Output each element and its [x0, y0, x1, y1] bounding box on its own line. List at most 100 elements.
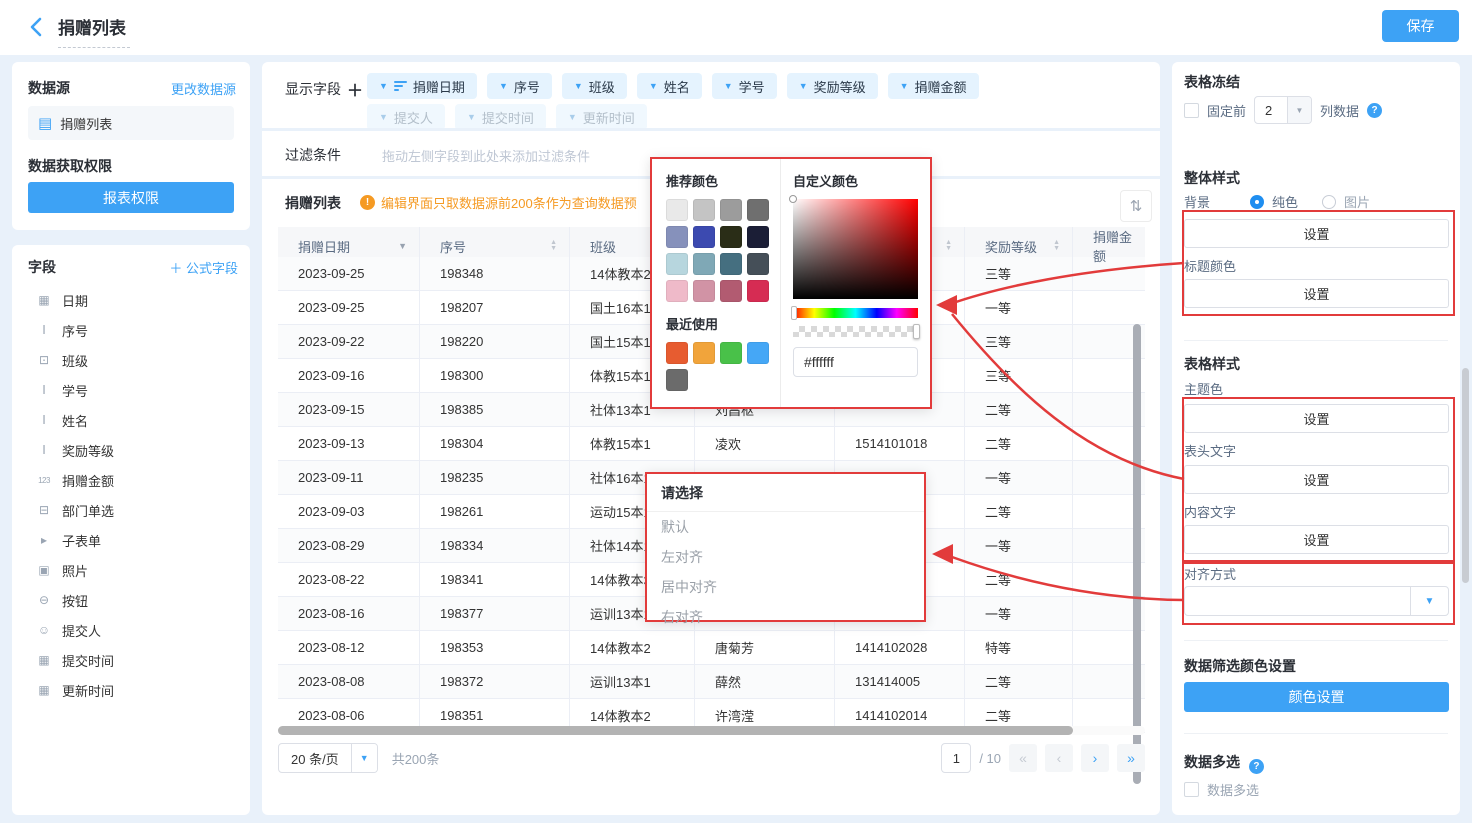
color-swatch[interactable]	[693, 199, 715, 221]
table-sort-button[interactable]: ⇅	[1120, 190, 1152, 222]
add-display-field-button[interactable]: ＋	[347, 77, 363, 101]
saturation-value-area[interactable]	[793, 199, 918, 299]
color-swatch[interactable]	[666, 280, 688, 302]
align-option[interactable]: 默认	[647, 512, 924, 542]
display-field-chip-disabled[interactable]: ▼ 提交时间	[455, 104, 546, 130]
field-item[interactable]: Ⅰ 序号	[28, 315, 242, 345]
header-text-set-button[interactable]: 设置	[1184, 465, 1449, 494]
freeze-count-select[interactable]: 2 ▼	[1254, 96, 1312, 124]
color-swatch[interactable]	[666, 253, 688, 275]
field-item[interactable]: ▦ 日期	[28, 285, 242, 315]
align-option[interactable]: 左对齐	[647, 542, 924, 572]
display-field-chip[interactable]: ▼ 捐赠金额	[888, 73, 979, 99]
title-color-set-button[interactable]: 设置	[1184, 279, 1449, 308]
chevron-down-icon[interactable]: ▼	[499, 81, 508, 91]
chevron-down-icon[interactable]: ▼	[467, 112, 476, 122]
change-datasource-link[interactable]: 更改数据源	[171, 79, 236, 98]
datasource-item[interactable]: ▤ 捐赠列表	[28, 106, 234, 140]
hue-slider[interactable]	[793, 308, 918, 318]
chevron-down-icon[interactable]: ▼	[649, 81, 658, 91]
sort-both-icon[interactable]: ▲▼	[1053, 240, 1060, 252]
chevron-down-icon[interactable]: ▼	[379, 112, 388, 122]
back-icon[interactable]	[26, 16, 48, 38]
color-swatch[interactable]	[693, 342, 715, 364]
sort-both-icon[interactable]: ▲▼	[945, 240, 952, 252]
display-field-chip[interactable]: ▼ 序号	[487, 73, 552, 99]
color-swatch[interactable]	[693, 280, 715, 302]
color-swatch[interactable]	[747, 280, 769, 302]
horizontal-scrollbar[interactable]	[278, 726, 1073, 735]
hue-thumb[interactable]	[791, 306, 797, 320]
display-field-chip-disabled[interactable]: ▼ 提交人	[367, 104, 445, 130]
field-item[interactable]: ▸ 子表单	[28, 525, 242, 555]
next-page-button[interactable]: ›	[1081, 744, 1109, 772]
radio-solid-color[interactable]	[1250, 195, 1264, 209]
field-item[interactable]: ▣ 照片	[28, 555, 242, 585]
align-option[interactable]: 居中对齐	[647, 572, 924, 602]
color-swatch[interactable]	[747, 199, 769, 221]
field-item[interactable]: ⊡ 班级	[28, 345, 242, 375]
alpha-slider[interactable]	[793, 326, 918, 337]
field-item[interactable]: Ⅰ 奖励等级	[28, 435, 242, 465]
display-field-chip[interactable]: ▼ 姓名	[637, 73, 702, 99]
field-item[interactable]: ⊖ 按钮	[28, 585, 242, 615]
prev-page-button[interactable]: ‹	[1045, 744, 1073, 772]
chevron-down-icon[interactable]: ▼	[799, 81, 808, 91]
display-field-chip[interactable]: ▼ 奖励等级	[787, 73, 878, 99]
field-item[interactable]: ▦ 更新时间	[28, 675, 242, 705]
chevron-down-icon[interactable]: ▼	[379, 81, 388, 91]
color-swatch[interactable]	[720, 253, 742, 275]
color-swatch[interactable]	[720, 226, 742, 248]
formula-field-link[interactable]: ＋ 公式字段	[169, 258, 238, 277]
chevron-down-icon[interactable]: ▼	[900, 81, 909, 91]
filter-dropzone[interactable]: 拖动左侧字段到此处来添加过滤条件	[382, 146, 590, 165]
save-button[interactable]: 保存	[1382, 10, 1459, 42]
display-field-chip-disabled[interactable]: ▼ 更新时间	[556, 104, 647, 130]
report-permission-button[interactable]: 报表权限	[28, 182, 234, 213]
field-item[interactable]: Ⅰ 学号	[28, 375, 242, 405]
alpha-thumb[interactable]	[913, 324, 920, 339]
first-page-button[interactable]: «	[1009, 744, 1037, 772]
field-item[interactable]: ☺ 提交人	[28, 615, 242, 645]
chevron-down-icon[interactable]: ▼	[574, 81, 583, 91]
hex-color-input[interactable]	[793, 347, 918, 377]
field-item[interactable]: 123 捐赠金额	[28, 465, 242, 495]
page-input[interactable]	[941, 743, 971, 773]
color-swatch[interactable]	[720, 280, 742, 302]
field-item[interactable]: Ⅰ 姓名	[28, 405, 242, 435]
theme-color-set-button[interactable]: 设置	[1184, 404, 1449, 433]
align-option[interactable]: 右对齐	[647, 602, 924, 632]
field-item[interactable]: ▦ 提交时间	[28, 645, 242, 675]
color-swatch[interactable]	[693, 226, 715, 248]
content-text-set-button[interactable]: 设置	[1184, 525, 1449, 554]
display-field-chip[interactable]: ▼ 班级	[562, 73, 627, 99]
background-color-set-button[interactable]: 设置	[1184, 219, 1449, 248]
radio-image[interactable]	[1322, 195, 1336, 209]
help-icon[interactable]: ?	[1249, 759, 1264, 774]
vertical-scrollbar[interactable]	[1133, 324, 1141, 784]
multi-select-checkbox[interactable]	[1184, 782, 1199, 797]
color-swatch[interactable]	[666, 199, 688, 221]
chevron-down-icon[interactable]: ▼	[568, 112, 577, 122]
color-settings-button[interactable]: 颜色设置	[1184, 682, 1449, 712]
color-swatch[interactable]	[666, 369, 688, 391]
sort-desc-icon[interactable]: ▼	[398, 241, 407, 251]
display-field-chip[interactable]: ▼ 学号	[712, 73, 777, 99]
color-marker[interactable]	[789, 195, 797, 203]
color-swatch[interactable]	[666, 226, 688, 248]
last-page-button[interactable]: »	[1117, 744, 1145, 772]
color-swatch[interactable]	[666, 342, 688, 364]
color-swatch[interactable]	[747, 226, 769, 248]
help-icon[interactable]: ?	[1367, 103, 1382, 118]
chevron-down-icon[interactable]: ▼	[724, 81, 733, 91]
color-swatch[interactable]	[720, 199, 742, 221]
color-swatch[interactable]	[720, 342, 742, 364]
freeze-checkbox[interactable]	[1184, 103, 1199, 118]
field-item[interactable]: ⊟ 部门单选	[28, 495, 242, 525]
color-swatch[interactable]	[747, 342, 769, 364]
sort-both-icon[interactable]: ▲▼	[550, 240, 557, 252]
color-swatch[interactable]	[747, 253, 769, 275]
page-size-select[interactable]: 20 条/页 ▼	[278, 743, 378, 773]
display-field-chip[interactable]: ▼ 捐赠日期	[367, 73, 477, 99]
color-swatch[interactable]	[693, 253, 715, 275]
